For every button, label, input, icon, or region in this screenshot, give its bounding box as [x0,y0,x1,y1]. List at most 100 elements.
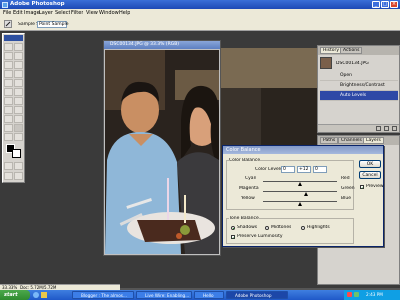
taskbar-button-photoshop[interactable]: Adobe Photoshop [226,291,288,299]
menu-select[interactable]: Select [55,10,70,16]
toolbox-header [4,35,23,41]
tab-actions[interactable]: Actions [340,47,363,54]
level-field-magenta-green[interactable]: +12 [297,166,311,173]
eyedropper-tool-icon[interactable] [14,124,23,132]
quicklaunch-ie-icon[interactable] [33,292,39,298]
brush-tool-icon[interactable] [14,70,23,78]
close-button[interactable]: × [390,1,398,8]
history-item-selected[interactable]: Auto Levels [320,91,398,101]
eyedropper-icon[interactable] [4,20,12,28]
magenta-label: Magenta [239,186,259,191]
shadows-radio[interactable] [231,226,235,230]
healing-brush-tool-icon[interactable] [4,70,13,78]
ok-button[interactable]: OK [359,160,381,168]
quicklaunch-folder-icon[interactable] [41,292,47,298]
green-label: Green [341,186,355,191]
menu-layer[interactable]: Layer [39,10,53,16]
quick-mask-mode-icon[interactable] [14,162,23,170]
shadows-label: Shadows [237,225,258,230]
tab-history[interactable]: History [320,47,343,54]
standard-mode-icon[interactable] [4,162,13,170]
imageready-jump-icon[interactable] [14,172,23,180]
menu-image[interactable]: Image [24,10,40,16]
magic-wand-tool-icon[interactable] [14,52,23,60]
notes-tool-icon[interactable] [4,124,13,132]
tab-layers[interactable]: Layers [363,137,384,144]
taskbar-button-blogger[interactable]: Blogger : The almos... [72,291,134,299]
background-color-swatch[interactable] [12,149,21,158]
level-field-cyan-red[interactable]: 0 [281,166,295,173]
gradient-tool-icon[interactable] [14,88,23,96]
clone-stamp-tool-icon[interactable] [4,79,13,87]
tab-channels[interactable]: Channels [338,137,365,144]
highlights-radio[interactable] [301,226,305,230]
menu-window[interactable]: Window [99,10,119,16]
taskbar: start Blogger : The almos... Live Wire: … [0,290,400,300]
trash-icon[interactable] [392,126,397,131]
shape-tool-icon[interactable] [14,115,23,123]
history-item[interactable]: Brightness/Contrast [320,81,398,91]
path-selection-tool-icon[interactable] [4,106,13,114]
highlights-label: Highlights [307,225,330,230]
dodge-tool-icon[interactable] [14,97,23,105]
cyan-red-slider-handle[interactable] [298,182,302,186]
slice-tool-icon[interactable] [14,61,23,69]
sample-size-select[interactable]: Point Sample [37,21,69,28]
tab-paths[interactable]: Paths [320,137,339,144]
new-document-icon[interactable] [384,126,389,131]
level-field-yellow-blue[interactable]: 0 [313,166,327,173]
cancel-button[interactable]: Cancel [359,171,381,179]
dialog-title[interactable]: Color Balance [223,146,383,154]
history-item[interactable]: Open [320,71,398,81]
preserve-luminosity-label: Preserve Luminosity [237,234,283,239]
midtones-radio[interactable] [265,226,269,230]
history-brush-tool-icon[interactable] [14,79,23,87]
magenta-green-slider-handle[interactable] [304,192,308,196]
tone-balance-label: Tone Balance [229,216,259,221]
snapshot-label[interactable]: DSC00134.JPG [336,61,369,66]
hand-tool-icon[interactable] [4,133,13,141]
sample-size-value: Point Sample [39,22,69,27]
minimize-button[interactable]: _ [372,1,380,8]
yellow-blue-slider-handle[interactable] [298,202,302,206]
history-panel-footer [318,124,399,132]
eraser-tool-icon[interactable] [4,88,13,96]
menu-file[interactable]: File [3,10,11,16]
preserve-luminosity-checkbox[interactable]: ✓ [231,235,235,240]
pen-tool-icon[interactable] [4,115,13,123]
document-title[interactable]: DSC00134.JPG @ 33.3% (RGB) [104,41,220,49]
blur-tool-icon[interactable] [4,97,13,105]
color-levels-label: Color Levels: [255,167,284,172]
document-photo[interactable] [105,50,219,254]
document-window: DSC00134.JPG @ 33.3% (RGB) [103,40,221,256]
photo-image [105,50,219,254]
yellow-label: Yellow [241,196,255,201]
crop-tool-icon[interactable] [4,61,13,69]
menu-filter[interactable]: Filter [71,10,83,16]
screen-mode-icon[interactable] [4,172,13,180]
clock[interactable]: 2:43 PM [366,292,383,297]
menu-bar: File Edit Image Layer Select Filter View… [0,9,400,17]
magenta-green-slider-track[interactable] [263,191,337,192]
menu-edit[interactable]: Edit [13,10,23,16]
taskbar-button-hello[interactable]: Hello [194,291,224,299]
menu-help[interactable]: Help [119,10,130,16]
preview-checkbox[interactable]: ✓ [360,185,364,190]
lasso-tool-icon[interactable] [4,52,13,60]
zoom-tool-icon[interactable] [14,133,23,141]
red-label: Red [341,176,350,181]
tray-network-icon[interactable] [354,292,359,297]
history-panel: History Actions DSC00134.JPG Open Bright… [317,45,400,133]
menu-view[interactable]: View [86,10,98,16]
maximize-button[interactable]: □ [381,1,389,8]
move-tool-icon[interactable] [14,43,23,51]
cyan-label: Cyan [245,176,257,181]
tray-antivirus-icon[interactable] [347,292,352,297]
window-title: Adobe Photoshop [10,1,65,7]
start-button[interactable]: start [0,290,30,300]
new-snapshot-icon[interactable] [376,126,381,131]
tone-balance-group [226,218,354,244]
taskbar-button-livewire[interactable]: Live Wire: Enabling... [136,291,192,299]
type-tool-icon[interactable] [14,106,23,114]
marquee-tool-icon[interactable] [4,43,13,51]
